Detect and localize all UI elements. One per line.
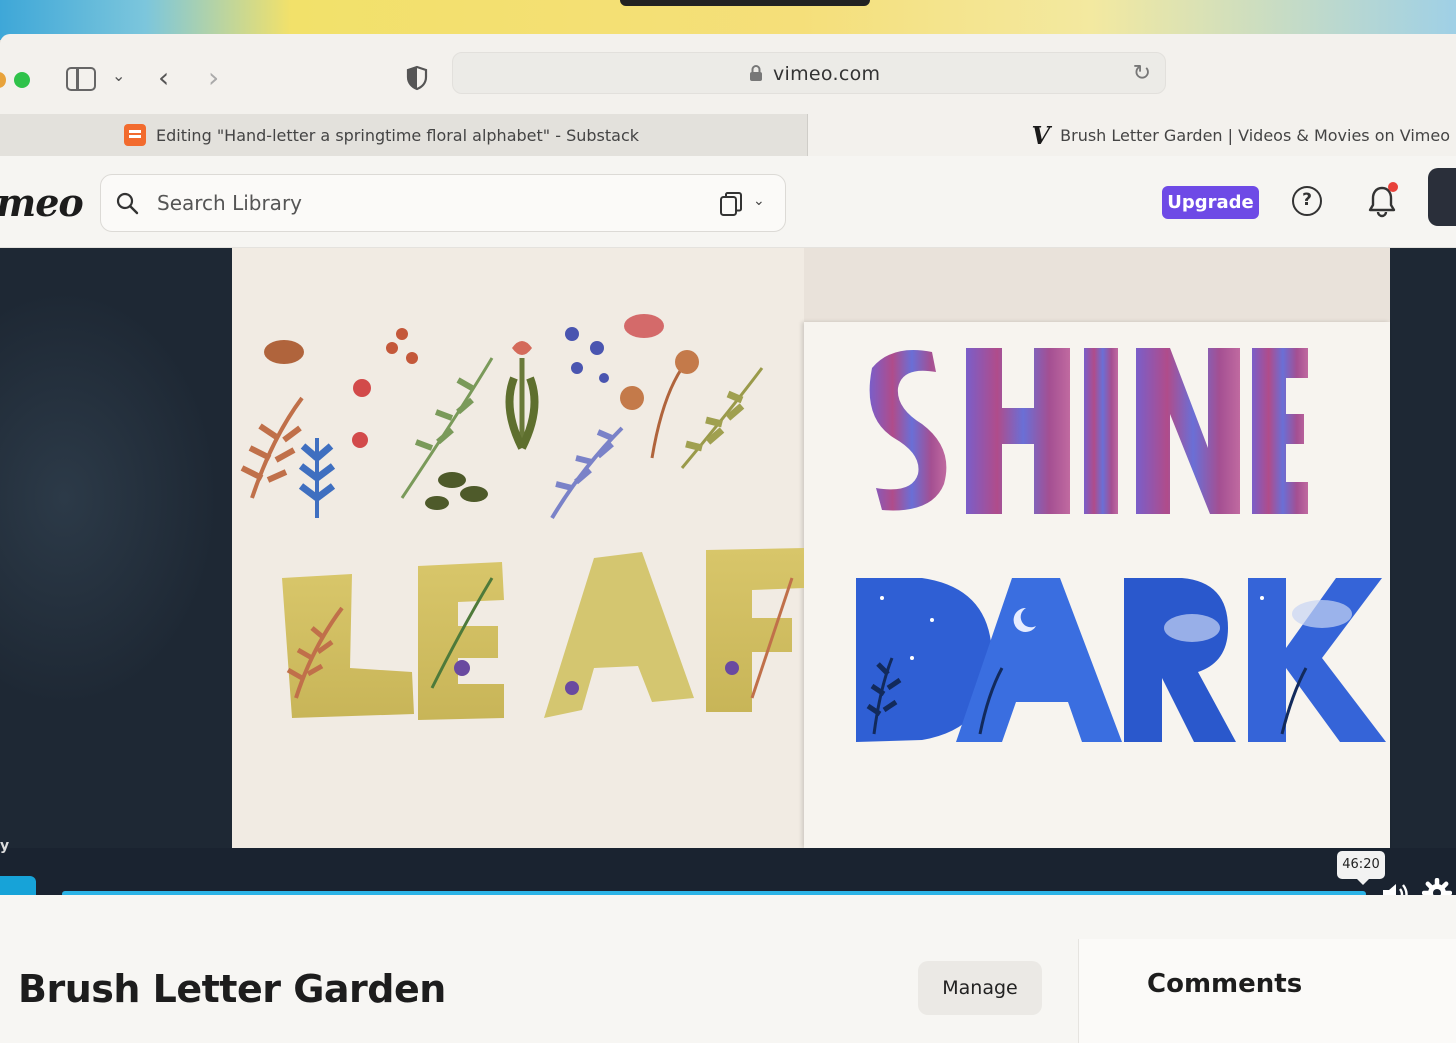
floral-decoration xyxy=(240,314,764,520)
dark-lettering xyxy=(856,578,1386,742)
library-filter-icon[interactable] xyxy=(719,191,743,217)
vimeo-logo[interactable]: meo xyxy=(0,180,84,225)
tab-substack-editor[interactable]: Editing "Hand-letter a springtime floral… xyxy=(0,114,808,156)
video-player[interactable]: y 46:20 xyxy=(0,248,1456,895)
tab-vimeo-video[interactable]: V Brush Letter Garden | Videos & Movies … xyxy=(808,114,1456,156)
tab-label: Editing "Hand-letter a springtime floral… xyxy=(156,125,639,145)
notification-badge xyxy=(1388,182,1398,192)
address-bar[interactable]: vimeo.com ↻ xyxy=(452,52,1166,94)
substack-icon xyxy=(124,124,146,146)
video-info-section: Brush Letter Garden Manage Comments xyxy=(0,895,1456,1043)
time-tooltip: 46:20 xyxy=(1337,851,1385,885)
address-url: vimeo.com xyxy=(773,63,881,85)
volume-icon[interactable] xyxy=(1380,880,1410,895)
search-library-input[interactable]: Search Library ⌄ xyxy=(100,174,786,232)
tab-bar: Editing "Hand-letter a springtime floral… xyxy=(0,114,1456,156)
forward-button[interactable]: › xyxy=(208,64,219,92)
video-frame[interactable] xyxy=(232,248,1390,848)
help-icon[interactable]: ? xyxy=(1292,186,1322,216)
upgrade-button[interactable]: Upgrade xyxy=(1162,186,1259,219)
sidebar-toggle-icon[interactable] xyxy=(66,67,96,91)
camera-notch xyxy=(620,0,870,6)
play-button[interactable] xyxy=(0,876,36,895)
settings-gear-icon[interactable] xyxy=(1422,878,1452,895)
browser-toolbar: ⌄ ‹ › vimeo.com ↻ xyxy=(0,34,1456,114)
side-label: y xyxy=(0,838,10,854)
shine-lettering xyxy=(869,348,1308,514)
background-shadow xyxy=(0,288,220,708)
controls-bar xyxy=(0,848,1456,895)
shield-icon[interactable] xyxy=(406,65,428,91)
tab-label: Brush Letter Garden | Videos & Movies on… xyxy=(1060,125,1450,145)
avatar[interactable] xyxy=(1428,168,1456,226)
lock-icon xyxy=(750,65,762,81)
reload-icon[interactable]: ↻ xyxy=(1133,61,1151,86)
comments-panel: Comments xyxy=(1078,939,1456,1043)
chevron-down-icon[interactable]: ⌄ xyxy=(112,68,125,84)
manage-button[interactable]: Manage xyxy=(918,961,1042,1015)
window-zoom-button[interactable] xyxy=(14,72,30,88)
artwork-illustration xyxy=(240,314,1386,742)
window-minimize-button[interactable] xyxy=(0,72,6,88)
chevron-down-icon[interactable]: ⌄ xyxy=(753,193,765,209)
search-placeholder: Search Library xyxy=(157,191,302,215)
search-icon xyxy=(116,192,139,215)
comments-heading: Comments xyxy=(1147,969,1303,999)
browser-window: ⌄ ‹ › vimeo.com ↻ Editing "Hand-letter a… xyxy=(0,34,1456,1043)
back-button[interactable]: ‹ xyxy=(158,64,169,92)
screen: ⌄ ‹ › vimeo.com ↻ Editing "Hand-letter a… xyxy=(0,0,1456,1043)
video-title: Brush Letter Garden xyxy=(18,967,446,1011)
vimeo-icon: V xyxy=(1031,120,1051,150)
leaf-lettering xyxy=(282,548,804,720)
vimeo-header: meo Search Library ⌄ Upgrade ? xyxy=(0,156,1456,248)
